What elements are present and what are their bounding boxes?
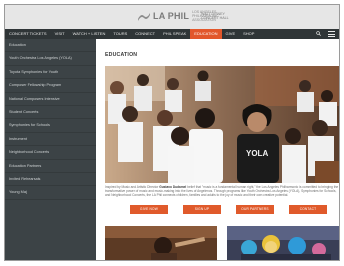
sidebar-item-yola[interactable]: Youth Orchestra Los Angeles (YOLA) xyxy=(5,52,96,66)
logo-mark-icon xyxy=(138,12,150,21)
nav-item-watch-listen[interactable]: WATCH + LISTEN xyxy=(69,29,110,39)
sidebar-item-symphonies-schools[interactable]: Symphonies for Schools xyxy=(5,119,96,133)
nav-item-connect[interactable]: CONNECT xyxy=(131,29,159,39)
sidebar-item-toyota-symphonies[interactable]: Toyota Symphonies for Youth xyxy=(5,66,96,80)
sidebar-item-national-composers[interactable]: National Composers Intensive xyxy=(5,93,96,106)
our-partners-button[interactable]: OUR PARTNERS xyxy=(236,205,274,214)
nav-item-concert-tickets[interactable]: CONCERT TICKETS xyxy=(5,29,51,39)
intro-text: Inspired by Music and Artistic Director … xyxy=(105,185,339,198)
nav-item-education[interactable]: EDUCATION xyxy=(190,29,222,39)
sidebar-item-education-partners[interactable]: Education Partners xyxy=(5,160,96,173)
give-now-button[interactable]: GIVE NOW xyxy=(130,205,168,214)
venue-line-2: CONCERT HALL xyxy=(201,16,229,21)
program-tile-photo-2[interactable] xyxy=(227,226,339,260)
sidebar-item-invited-rehearsals[interactable]: Invited Rehearsals xyxy=(5,173,96,187)
search-icon[interactable] xyxy=(316,31,321,36)
sidebar-item-education[interactable]: Education xyxy=(5,39,96,53)
main-nav: CONCERT TICKETS VISIT WATCH + LISTEN TOU… xyxy=(5,29,339,39)
venue-link[interactable]: WALT DISNEY CONCERT HALL xyxy=(201,12,235,20)
main-content: EDUCATION YOLA Inspired by Music and Art… xyxy=(96,39,339,260)
site-header: LA PHIL LOS ANGELES PHILHARMONIC ASSOCIA… xyxy=(5,5,339,29)
sidebar-item-composer-fellowship[interactable]: Composer Fellowship Program xyxy=(5,79,96,93)
logo-text: LA PHIL xyxy=(153,11,190,21)
sidebar-item-student-concerts[interactable]: Student Concerts xyxy=(5,106,96,120)
sidebar-item-neighborhood-concerts[interactable]: Neighborhood Concerts xyxy=(5,146,96,160)
nav-item-give[interactable]: GIVE xyxy=(222,29,240,39)
action-buttons: GIVE NOW SIGN UP OUR PARTNERS CONTACT xyxy=(128,205,328,214)
nav-item-visit[interactable]: VISIT xyxy=(51,29,69,39)
sidebar: Education Youth Orchestra Los Angeles (Y… xyxy=(5,39,96,260)
hamburger-menu-icon[interactable] xyxy=(328,31,335,37)
nav-item-tours[interactable]: TOURS xyxy=(109,29,131,39)
svg-text:YOLA: YOLA xyxy=(246,149,268,158)
sidebar-item-young-maj[interactable]: Young Maj xyxy=(5,186,96,200)
hero-photo: YOLA xyxy=(105,66,339,183)
contact-button[interactable]: CONTACT xyxy=(289,205,327,214)
sign-up-button[interactable]: SIGN UP xyxy=(183,205,221,214)
browser-page: LA PHIL LOS ANGELES PHILHARMONIC ASSOCIA… xyxy=(4,4,340,261)
nav-item-phil-speak[interactable]: PHIL SPEAK xyxy=(159,29,190,39)
program-tile-photo-1[interactable] xyxy=(105,226,217,260)
page-title: EDUCATION xyxy=(105,52,138,58)
nav-item-shop[interactable]: SHOP xyxy=(239,29,258,39)
sidebar-item-instrument[interactable]: Instrument xyxy=(5,133,96,147)
